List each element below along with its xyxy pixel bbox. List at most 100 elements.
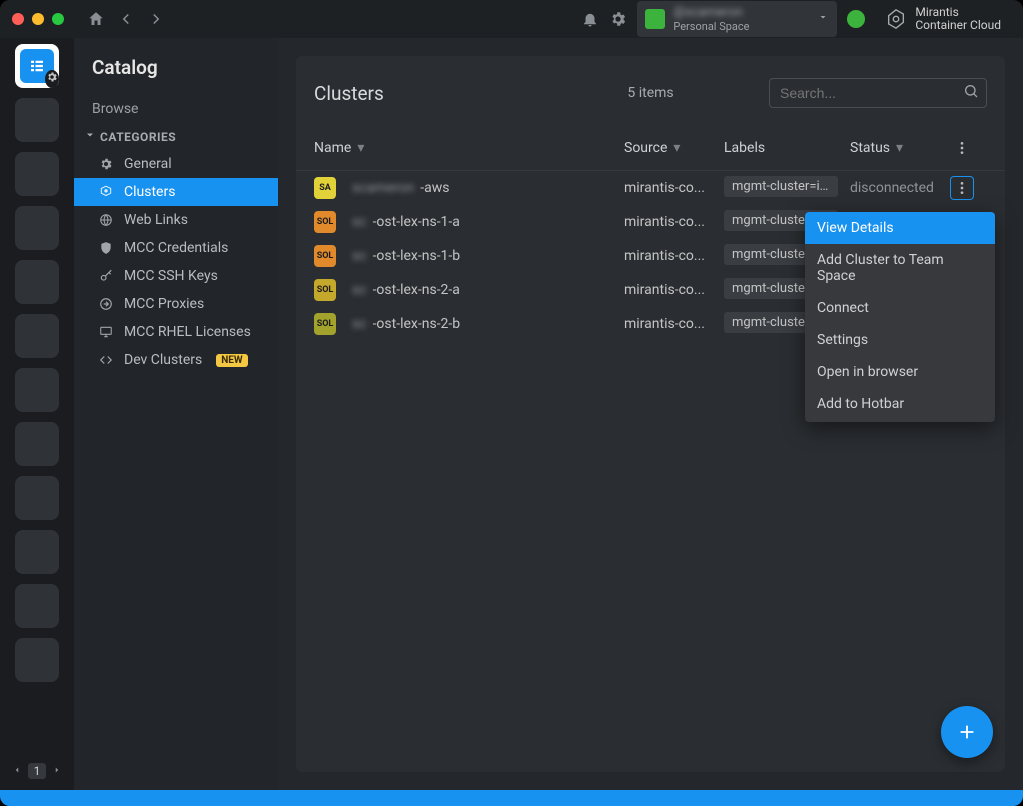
hotbar-slot-2[interactable] (15, 152, 59, 196)
cluster-name-suffix: -ost-lex-ns-1-b (373, 248, 461, 264)
cluster-badge: SOL (314, 245, 336, 267)
hotbar-slot-9[interactable] (15, 530, 59, 574)
window-minimize[interactable] (32, 13, 44, 25)
hotbar: 1 (0, 38, 74, 790)
ctx-item-view-details[interactable]: View Details (805, 212, 995, 244)
user-avatar (645, 9, 665, 29)
back-icon[interactable] (116, 9, 136, 29)
cluster-name-prefix: scameron (352, 180, 414, 196)
col-menu (940, 136, 974, 160)
kube-icon (98, 184, 114, 200)
sidebar-browse[interactable]: Browse (74, 95, 278, 123)
chevron-down-icon (817, 11, 829, 27)
pager-next-icon[interactable] (52, 764, 62, 778)
connection-status-indicator[interactable] (847, 10, 865, 28)
cluster-name-prefix: sc (352, 248, 367, 264)
sort-caret-icon: ▾ (673, 140, 680, 156)
search-input[interactable] (769, 78, 987, 108)
gear-icon (98, 156, 114, 172)
brand-line2: Container Cloud (915, 19, 1001, 32)
clusters-panel: Clusters 5 items Name▾ Source▾ Labels St… (296, 56, 1005, 772)
add-fab[interactable] (941, 706, 993, 758)
row-menu-button[interactable] (950, 176, 974, 200)
sidebar-item-label: Web Links (124, 212, 188, 228)
sidebar-item-web-links[interactable]: Web Links (74, 206, 278, 234)
ctx-item-add-cluster-to-team-space[interactable]: Add Cluster to Team Space (805, 244, 995, 292)
pager-current: 1 (28, 763, 47, 779)
sidebar-item-mcc-ssh-keys[interactable]: MCC SSH Keys (74, 262, 278, 290)
window-close[interactable] (12, 13, 24, 25)
settings-icon[interactable] (609, 10, 627, 28)
shield-icon (98, 240, 114, 256)
window-controls (12, 13, 64, 25)
hotbar-slot-11[interactable] (15, 638, 59, 682)
cluster-source: mirantis-co... (624, 180, 724, 196)
brand: Mirantis Container Cloud (875, 2, 1011, 36)
main: Clusters 5 items Name▾ Source▾ Labels St… (278, 38, 1023, 790)
titlebar: @scameron Personal Space Mirantis Contai… (0, 0, 1023, 38)
status-bar (0, 790, 1023, 806)
search-icon (963, 83, 979, 103)
brand-hex-icon (885, 8, 907, 30)
sidebar-item-mcc-proxies[interactable]: MCC Proxies (74, 290, 278, 318)
cluster-label-chip: mgmt-cluster=icc (724, 176, 838, 197)
new-badge: NEW (216, 354, 247, 367)
hotbar-item-catalog[interactable] (15, 44, 59, 88)
ctx-item-settings[interactable]: Settings (805, 324, 995, 356)
panel-title: Clusters (314, 82, 384, 105)
hotbar-slot-5[interactable] (15, 314, 59, 358)
cluster-badge: SA (314, 177, 336, 199)
table-menu-icon[interactable] (950, 136, 974, 160)
col-labels[interactable]: Labels (724, 140, 850, 156)
titlebar-right: @scameron Personal Space Mirantis Contai… (581, 1, 1011, 37)
cluster-badge: SOL (314, 313, 336, 335)
row-context-menu: View DetailsAdd Cluster to Team SpaceCon… (805, 212, 995, 422)
sidebar-item-label: MCC Credentials (124, 240, 228, 256)
cluster-name-suffix: -ost-lex-ns-2-b (373, 316, 461, 332)
cluster-status: disconnected (850, 180, 940, 196)
ctx-item-connect[interactable]: Connect (805, 292, 995, 324)
sidebar-item-general[interactable]: General (74, 150, 278, 178)
ctx-item-open-in-browser[interactable]: Open in browser (805, 356, 995, 388)
home-icon[interactable] (86, 9, 106, 29)
sidebar-item-dev-clusters[interactable]: Dev Clusters NEW (74, 346, 278, 374)
hotbar-slot-7[interactable] (15, 422, 59, 466)
hotbar-slot-3[interactable] (15, 206, 59, 250)
cluster-name-prefix: sc (352, 214, 367, 230)
sidebar-item-label: Dev Clusters (124, 352, 202, 368)
hotbar-slot-6[interactable] (15, 368, 59, 412)
pager-prev-icon[interactable] (12, 764, 22, 778)
sidebar-item-clusters[interactable]: Clusters (74, 178, 278, 206)
user-space-label: Personal Space (673, 20, 749, 33)
hotbar-slot-1[interactable] (15, 98, 59, 142)
globe-icon (98, 212, 114, 228)
sidebar-section-categories[interactable]: CATEGORIES (74, 123, 278, 150)
forward-icon[interactable] (146, 9, 166, 29)
col-name[interactable]: Name▾ (314, 140, 624, 156)
hotbar-slot-10[interactable] (15, 584, 59, 628)
user-space-selector[interactable]: @scameron Personal Space (637, 1, 837, 37)
sidebar-item-mcc-rhel-licenses[interactable]: MCC RHEL Licenses (74, 318, 278, 346)
table-header: Name▾ Source▾ Labels Status▾ (296, 126, 1005, 171)
cluster-badge: SOL (314, 279, 336, 301)
sidebar: Catalog Browse CATEGORIES GeneralCluster… (74, 38, 278, 790)
sidebar-section-label: CATEGORIES (100, 130, 176, 144)
cluster-name-prefix: sc (352, 316, 367, 332)
sidebar-item-label: General (124, 156, 172, 172)
cluster-source: mirantis-co... (624, 248, 724, 264)
table-row[interactable]: SAscameron-awsmirantis-co...mgmt-cluster… (296, 171, 1005, 205)
notifications-icon[interactable] (581, 10, 599, 28)
app-window: @scameron Personal Space Mirantis Contai… (0, 0, 1023, 806)
window-maximize[interactable] (52, 13, 64, 25)
hotbar-pager: 1 (12, 758, 63, 790)
col-source[interactable]: Source▾ (624, 140, 724, 156)
hotbar-slot-4[interactable] (15, 260, 59, 304)
ctx-item-add-to-hotbar[interactable]: Add to Hotbar (805, 388, 995, 420)
cluster-source: mirantis-co... (624, 316, 724, 332)
chevron-down-icon (84, 129, 96, 144)
panel-header: Clusters 5 items (296, 56, 1005, 126)
hotbar-slot-8[interactable] (15, 476, 59, 520)
cluster-source: mirantis-co... (624, 282, 724, 298)
col-status[interactable]: Status▾ (850, 140, 940, 156)
sidebar-item-mcc-credentials[interactable]: MCC Credentials (74, 234, 278, 262)
